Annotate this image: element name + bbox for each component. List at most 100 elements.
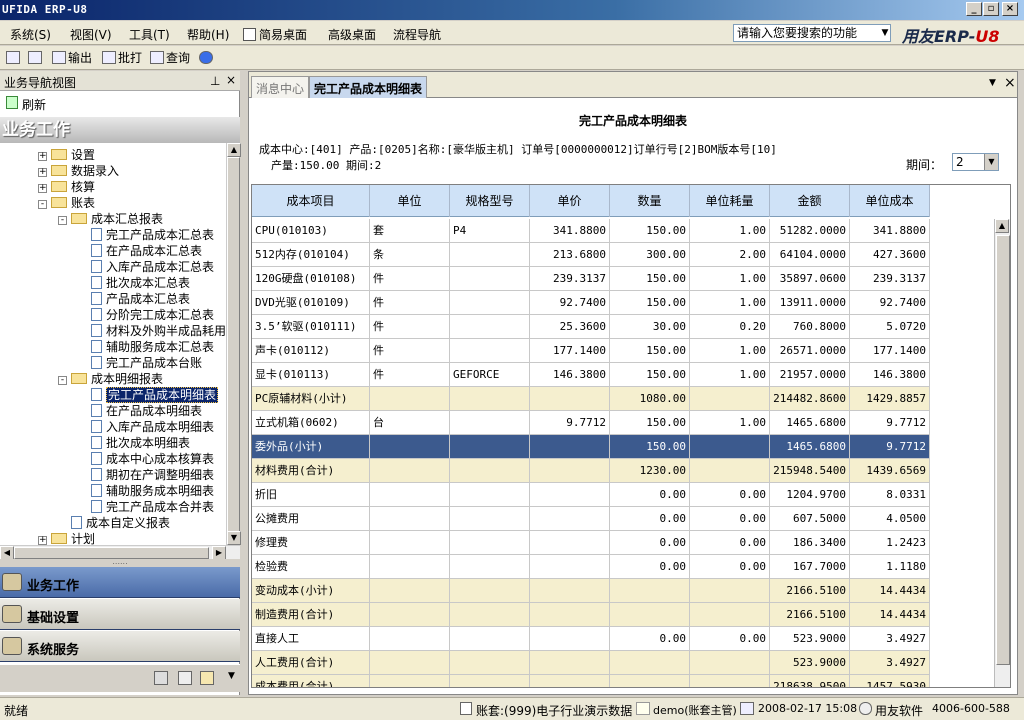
menu-advanced-desktop[interactable]: 高级桌面 xyxy=(328,26,376,43)
tree-node[interactable]: 完工产品成本汇总表 xyxy=(78,227,214,243)
collapse-icon[interactable]: - xyxy=(58,216,67,225)
tree-scroll-thumb[interactable] xyxy=(227,157,240,537)
column-header[interactable]: 单价 xyxy=(530,185,610,217)
table-row[interactable]: 直接人工 0.00 0.00 523.9000 3.4927 xyxy=(252,627,930,651)
scroll-up-icon[interactable]: ▲ xyxy=(227,143,241,157)
outlook-system-services[interactable]: 系统服务 xyxy=(0,631,240,662)
tree-node[interactable]: 入库产品成本明细表 xyxy=(78,419,214,435)
table-row[interactable]: 变动成本(小计) 2166.5100 14.4434 xyxy=(252,579,930,603)
restore-button[interactable]: ▫ xyxy=(983,2,999,16)
table-row[interactable]: DVD光驱(010109) 件 92.7400 150.00 1.00 13911.000… xyxy=(252,291,930,315)
refresh-button[interactable]: 刷新 xyxy=(0,93,240,113)
tree-node[interactable]: 辅助服务成本明细表 xyxy=(78,483,214,499)
tree-node[interactable]: 完工产品成本台账 xyxy=(78,355,202,371)
grid-vertical-scrollbar[interactable]: ▲ xyxy=(994,219,1010,687)
column-header[interactable]: 成本项目 xyxy=(252,185,370,217)
menu-process-nav[interactable]: 流程导航 xyxy=(393,26,441,43)
table-row[interactable]: 制造费用(合计) 2166.5100 14.4434 xyxy=(252,603,930,627)
column-header[interactable]: 单位 xyxy=(370,185,450,217)
tree-node[interactable]: 批次成本明细表 xyxy=(78,435,190,451)
table-row[interactable]: 3.5’软驱(010111) 件 25.3600 30.00 0.20 760.8000 5… xyxy=(252,315,930,339)
table-row[interactable]: 修理费 0.00 0.00 186.3400 1.2423 xyxy=(252,531,930,555)
scroll-down-icon[interactable]: ▼ xyxy=(227,531,241,545)
column-header[interactable]: 单位成本 xyxy=(850,185,930,217)
table-row[interactable]: 检验费 0.00 0.00 167.7000 1.1180 xyxy=(252,555,930,579)
tree-node[interactable]: + 核算 xyxy=(38,179,95,195)
tree-node[interactable]: + 数据录入 xyxy=(38,163,119,179)
tree-node[interactable]: 在产品成本汇总表 xyxy=(78,243,202,259)
table-row[interactable]: 材料费用(合计) 1230.00 215948.5400 1439.6569 xyxy=(252,459,930,483)
scroll-right-icon[interactable]: ▶ xyxy=(212,546,226,560)
close-panel-icon[interactable]: × xyxy=(226,73,236,87)
column-header[interactable]: 规格型号 xyxy=(450,185,530,217)
scroll-left-icon[interactable]: ◀ xyxy=(0,546,14,560)
tree-node[interactable]: 成本自定义报表 xyxy=(58,515,170,531)
tree-node[interactable]: 期初在产调整明细表 xyxy=(78,467,214,483)
tree-node[interactable]: 完工产品成本合并表 xyxy=(78,499,214,515)
expand-icon[interactable]: + xyxy=(38,168,47,177)
settings-icon[interactable] xyxy=(200,671,214,685)
tree-node[interactable]: 产品成本汇总表 xyxy=(78,291,190,307)
tree-node[interactable]: 辅助服务成本汇总表 xyxy=(78,339,214,355)
tab-finished-product-detail[interactable]: 完工产品成本明细表 xyxy=(309,76,428,98)
grid-scroll-up-icon[interactable]: ▲ xyxy=(995,219,1009,233)
expand-icon[interactable]: + xyxy=(38,152,47,161)
table-row[interactable]: 成本费用(合计) 218638.9500 1457.5930 xyxy=(252,675,930,687)
tree-node[interactable]: 分阶完工成本汇总表 xyxy=(78,307,214,323)
batch-print-button[interactable]: 批打 xyxy=(102,49,142,67)
tree-node[interactable]: - 成本明细报表 xyxy=(58,371,163,387)
tree-node[interactable]: 批次成本汇总表 xyxy=(78,275,190,291)
table-row[interactable]: 声卡(010112) 件 177.1400 150.00 1.00 26571.0000 1… xyxy=(252,339,930,363)
tree-node[interactable]: + 计划 xyxy=(38,531,95,545)
collapse-icon[interactable]: - xyxy=(38,200,47,209)
tree-node[interactable]: 在产品成本明细表 xyxy=(78,403,202,419)
chevron-down-icon[interactable]: ▼ xyxy=(880,25,890,41)
table-row[interactable]: 512内存(010104) 条 213.6800 300.00 2.00 64104.00… xyxy=(252,243,930,267)
table-row[interactable]: 公摊费用 0.00 0.00 607.5000 4.0500 xyxy=(252,507,930,531)
table-row[interactable]: PC原辅材料(小计) 1080.00 214482.8600 1429.8857 xyxy=(252,387,930,411)
tree-node[interactable]: 成本中心成本核算表 xyxy=(78,451,214,467)
query-button[interactable]: 查询 xyxy=(150,49,190,67)
print-button[interactable] xyxy=(6,49,22,67)
close-window-button[interactable]: × xyxy=(1002,2,1018,16)
tree-node[interactable]: - 成本汇总报表 xyxy=(58,211,163,227)
menu-help[interactable]: 帮助(H) xyxy=(187,26,229,43)
splitter-grip[interactable]: ...... xyxy=(0,558,240,567)
preview-button[interactable] xyxy=(28,49,44,67)
grid-scroll-thumb[interactable] xyxy=(996,235,1010,665)
table-row[interactable]: 委外品(小计) 150.00 1465.6800 9.7712 xyxy=(252,435,930,459)
function-search-input[interactable]: 请输入您要搜索的功能 xyxy=(733,24,891,42)
tray-chevron-icon[interactable]: ▼ xyxy=(228,671,235,681)
menu-simple-desktop[interactable]: 简易桌面 xyxy=(243,26,307,43)
tree-node[interactable]: 材料及外购半成品耗用 xyxy=(78,323,226,339)
column-header[interactable]: 单位耗量 xyxy=(690,185,770,217)
minimize-button[interactable]: _ xyxy=(966,2,982,16)
tree-node[interactable]: 完工产品成本明细表 xyxy=(78,387,219,403)
outlook-basic-settings[interactable]: 基础设置 xyxy=(0,599,240,630)
tree-vertical-scrollbar[interactable]: ▲ ▼ xyxy=(226,143,241,545)
table-row[interactable]: 折旧 0.00 0.00 1204.9700 8.0331 xyxy=(252,483,930,507)
outlook-business-work[interactable]: 业务工作 xyxy=(0,567,240,598)
tab-message-center[interactable]: 消息中心 xyxy=(251,76,310,98)
table-row[interactable]: 立式机箱(0602) 台 9.7712 150.00 1.00 1465.6800 9.77… xyxy=(252,411,930,435)
chevron-down-icon[interactable]: ▼ xyxy=(984,154,998,170)
collapse-icon[interactable]: - xyxy=(58,376,67,385)
table-row[interactable]: 120G硬盘(010108) 件 239.3137 150.00 1.00 35897.0… xyxy=(252,267,930,291)
tab-list-chevron-icon[interactable]: ▼ xyxy=(989,78,996,88)
column-header[interactable]: 数量 xyxy=(610,185,690,217)
close-tab-icon[interactable]: × xyxy=(1004,75,1016,91)
tools-icon[interactable] xyxy=(154,671,168,685)
expand-icon[interactable]: + xyxy=(38,536,47,545)
column-header[interactable]: 金额 xyxy=(770,185,850,217)
table-row[interactable]: 显卡(010113) 件 GEFORCE 146.3800 150.00 1.00 2195… xyxy=(252,363,930,387)
pin-icon[interactable]: ⊥ xyxy=(210,74,220,88)
expand-icon[interactable]: + xyxy=(38,184,47,193)
help-button[interactable] xyxy=(199,49,215,67)
table-row[interactable]: 人工费用(合计) 523.9000 3.4927 xyxy=(252,651,930,675)
table-row[interactable]: CPU(010103) 套 P4 341.8800 150.00 1.00 51282.00… xyxy=(252,219,930,243)
output-button[interactable]: 输出 xyxy=(52,49,92,67)
menu-view[interactable]: 视图(V) xyxy=(70,26,112,43)
menu-system[interactable]: 系统(S) xyxy=(10,26,51,43)
tree-node[interactable]: 入库产品成本汇总表 xyxy=(78,259,214,275)
tree-node[interactable]: + 设置 xyxy=(38,147,95,163)
